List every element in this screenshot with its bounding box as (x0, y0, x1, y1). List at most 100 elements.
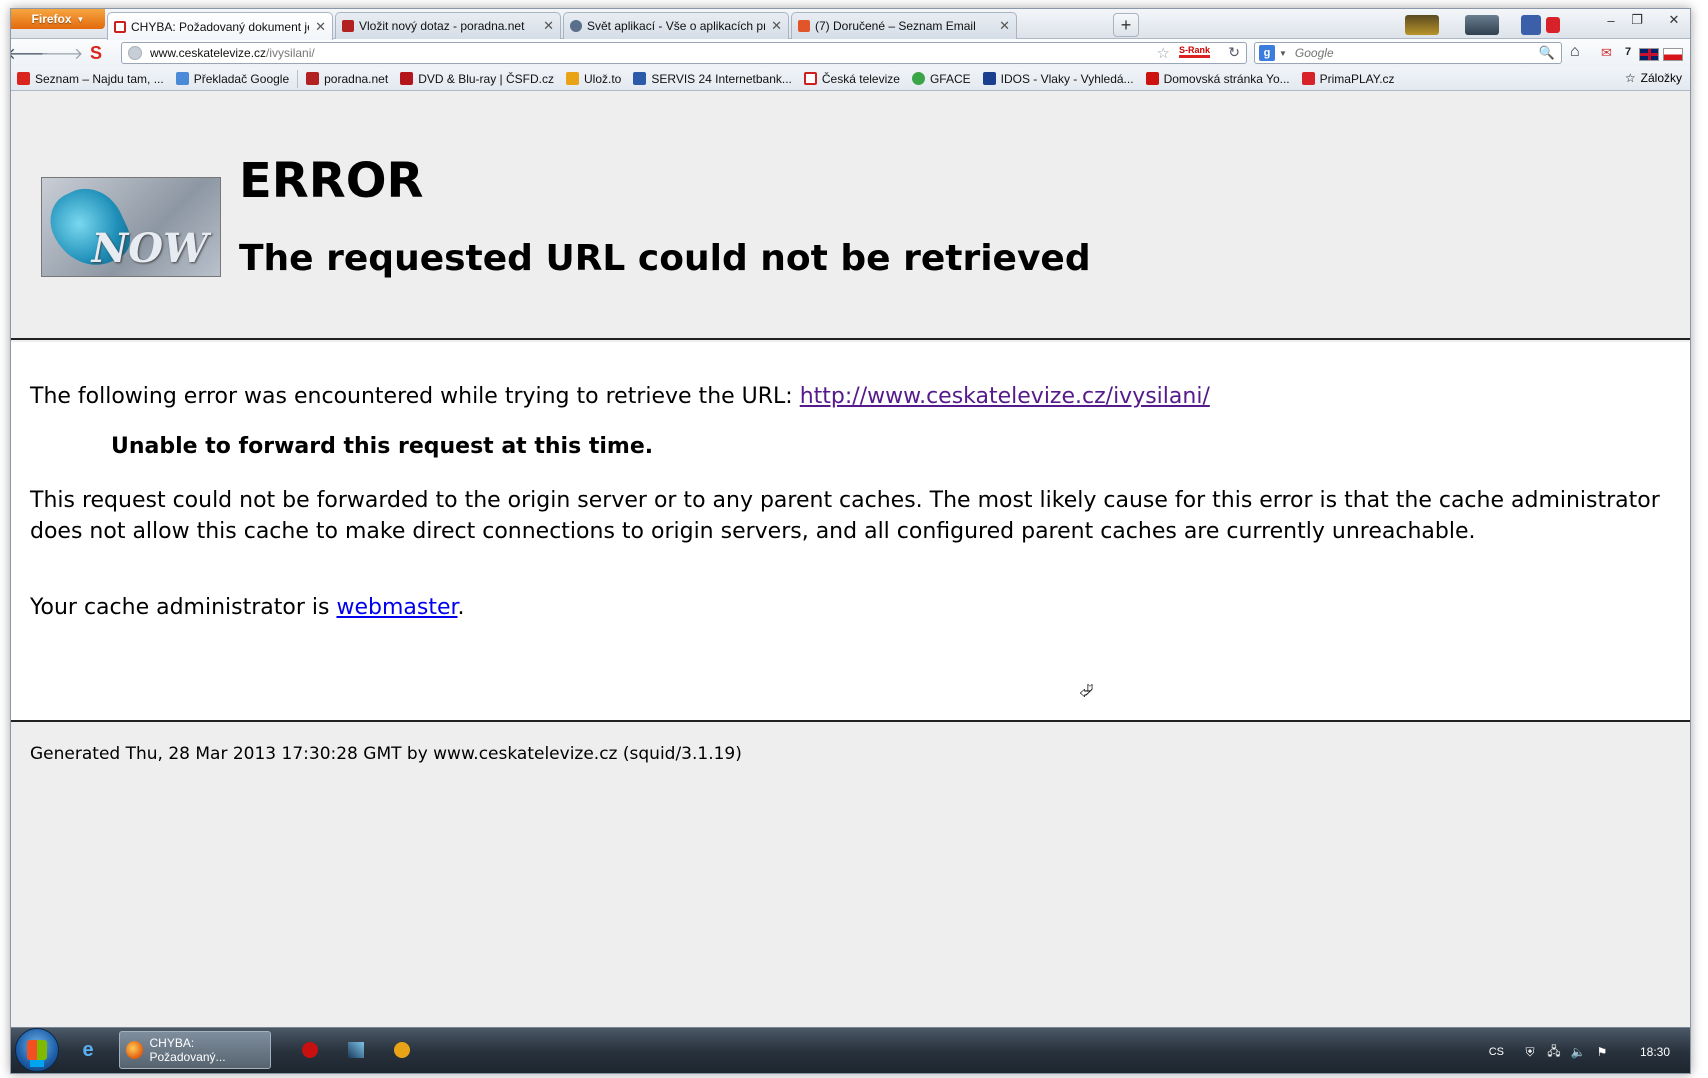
close-icon[interactable]: ✕ (315, 19, 326, 35)
navigation-bar: 🡐 🡒 S www.ceskatelevize.cz/ivysilani/ ☆ … (11, 39, 1690, 67)
clock[interactable]: 18:30 (1618, 1045, 1690, 1059)
tab-label: Svět aplikací - Vše o aplikacích pro ch.… (587, 19, 765, 33)
tab-svet-aplikaci[interactable]: Svět aplikací - Vše o aplikacích pro ch.… (563, 12, 789, 39)
servis24-favicon-icon (633, 72, 647, 85)
idos-favicon-icon (982, 72, 996, 85)
bookmark-primaplay[interactable]: PrimaPLAY.cz (1296, 72, 1401, 86)
error-description: This request could not be forwarded to t… (30, 488, 1660, 544)
mail-count-badge: 7 (1625, 46, 1632, 58)
internet-explorer-icon[interactable]: e (75, 1037, 101, 1063)
intro-text: The following error was encountered whil… (30, 384, 800, 409)
taskbar-task-label: CHYBA: Požadovaný... (149, 1036, 226, 1064)
arrow-right-icon: 🡒 (40, 45, 84, 63)
squid-logo: NOW (41, 177, 221, 277)
mail-notifier-icon[interactable]: ✉ (1601, 45, 1612, 61)
czech-flag-icon[interactable] (1663, 48, 1683, 61)
bookmark-idos[interactable]: IDOS - Vlaky - Vyhledá... (977, 72, 1140, 86)
pinned-thumbnail-icon[interactable] (1405, 15, 1439, 35)
gface-favicon-icon (911, 72, 925, 85)
csfd-favicon-icon (400, 72, 414, 85)
logo-text: NOW (91, 225, 208, 272)
close-window-icon[interactable]: ✕ (1661, 11, 1687, 29)
new-tab-button[interactable]: + (1113, 13, 1139, 37)
restore-icon[interactable]: ❐ (1624, 11, 1650, 29)
close-icon[interactable]: ✕ (771, 18, 782, 34)
seznam-toolbar-button[interactable]: S (85, 43, 107, 63)
page-subtitle: The requested URL could not be retrieved (239, 238, 1091, 279)
forward-button[interactable]: 🡒 (41, 43, 84, 63)
pinned-thumbnail-icon[interactable] (1521, 15, 1541, 35)
site-identity-icon[interactable] (128, 46, 142, 60)
poradna-favicon-icon (342, 20, 354, 32)
bookmark-label: Domovská stránka Yo... (1163, 71, 1290, 86)
chevron-down-icon: ▼ (76, 14, 85, 24)
google-engine-icon[interactable]: g (1259, 45, 1275, 61)
webmaster-link[interactable]: webmaster (336, 595, 457, 620)
volume-icon[interactable]: 🔈 (1570, 1044, 1586, 1060)
url-host: www.ceskatelevize.cz (150, 46, 267, 60)
bookmark-ceska-televize[interactable]: Česká televize (798, 72, 906, 86)
language-indicator[interactable]: CS (1489, 1046, 1504, 1058)
start-button[interactable] (15, 1028, 59, 1072)
reload-icon[interactable]: ↻ (1228, 44, 1240, 61)
action-center-flag-icon[interactable]: ⚑ (1594, 1044, 1610, 1060)
footer-generated-text: Generated Thu, 28 Mar 2013 17:30:28 GMT … (30, 744, 742, 764)
chevron-down-icon[interactable]: ▼ (1279, 49, 1287, 58)
page-content: NOW ERROR The requested URL could not be… (11, 91, 1690, 1027)
bookmark-star-icon[interactable]: ☆ (1157, 44, 1170, 62)
bookmark-youtube[interactable]: Domovská stránka Yo... (1140, 72, 1296, 86)
taskbar: e CHYBA: Požadovaný... CS ⛨ 🖧 🔈 ⚑ 18:30 (11, 1027, 1690, 1073)
tab-seznam-email[interactable]: (7) Doručené – Seznam Email ✕ (791, 12, 1017, 39)
bookmark-separator (297, 69, 299, 88)
error-header: NOW ERROR The requested URL could not be… (11, 91, 1690, 340)
svet-aplikaci-favicon-icon (570, 20, 582, 32)
bookmark-google-translate[interactable]: Překladač Google (170, 72, 295, 86)
error-url-link[interactable]: http://www.ceskatelevize.cz/ivysilani/ (800, 384, 1210, 409)
firefox-menu-label: Firefox (31, 12, 72, 26)
srank-badge[interactable]: S-Rank (1178, 45, 1210, 58)
page-title: ERROR (239, 153, 424, 209)
system-tray: CS ⛨ 🖧 🔈 ⚑ 18:30 (1489, 1028, 1690, 1073)
minimize-icon[interactable]: ‒ (1598, 11, 1624, 29)
error-footer: Generated Thu, 28 Mar 2013 17:30:28 GMT … (11, 724, 1690, 1027)
windows-logo-icon (27, 1040, 47, 1060)
url-bar[interactable]: www.ceskatelevize.cz/ivysilani/ ☆ S-Rank… (121, 42, 1247, 64)
pinned-app-icon[interactable] (389, 1037, 415, 1063)
antivirus-icon[interactable]: ⛨ (1522, 1044, 1538, 1060)
seznam-email-favicon-icon (798, 20, 810, 32)
ct-favicon-icon (114, 20, 126, 33)
primaplay-favicon-icon (1301, 72, 1315, 85)
bookmark-label: Ulož.to (584, 71, 622, 86)
addon-shield-icon[interactable] (1546, 17, 1560, 33)
bookmark-csfd[interactable]: DVD & Blu-ray | ČSFD.cz (394, 72, 560, 86)
bookmark-seznam[interactable]: Seznam – Najdu tam, ... (11, 72, 170, 86)
seznam-favicon-icon (17, 72, 30, 85)
bookmark-gface[interactable]: GFACE (906, 72, 977, 86)
close-icon[interactable]: ✕ (543, 18, 554, 34)
bookmark-ulozto[interactable]: Ulož.to (560, 72, 627, 86)
bookmarks-folder-icon: ☆ (1624, 71, 1636, 85)
uk-flag-icon[interactable] (1639, 48, 1659, 61)
admin-prefix: Your cache administrator is (30, 595, 337, 620)
search-box[interactable]: g ▼ 🔍 (1254, 42, 1562, 64)
tab-bar: Firefox ▼ CHYBA: Požadovaný dokument je … (11, 9, 1690, 40)
search-input[interactable] (1294, 46, 1539, 60)
bookmarks-folder[interactable]: ☆ Záložky (1625, 71, 1682, 85)
firefox-menu-button[interactable]: Firefox ▼ (11, 9, 105, 29)
tab-poradna[interactable]: Vložit nový dotaz - poradna.net ✕ (335, 12, 561, 39)
bookmark-label: DVD & Blu-ray | ČSFD.cz (418, 71, 554, 86)
admin-paragraph: Your cache administrator is webmaster. (30, 592, 465, 623)
pinned-thumbnail-icon[interactable] (1465, 15, 1499, 35)
network-icon[interactable]: 🖧 (1546, 1044, 1562, 1060)
intro-paragraph: The following error was encountered whil… (30, 381, 1210, 412)
pinned-app-icon[interactable] (343, 1037, 369, 1063)
home-icon[interactable]: ⌂ (1570, 43, 1580, 61)
bookmark-poradna[interactable]: poradna.net (300, 72, 394, 86)
search-icon[interactable]: 🔍 (1539, 45, 1555, 61)
opera-icon[interactable] (297, 1037, 323, 1063)
back-button[interactable]: 🡐 (11, 43, 49, 63)
tab-chyba[interactable]: CHYBA: Požadovaný dokument je ne... ✕ (107, 12, 333, 40)
bookmark-servis24[interactable]: SERVIS 24 Internetbank... (627, 72, 798, 86)
taskbar-firefox-task[interactable]: CHYBA: Požadovaný... (119, 1031, 271, 1069)
close-icon[interactable]: ✕ (999, 18, 1010, 34)
